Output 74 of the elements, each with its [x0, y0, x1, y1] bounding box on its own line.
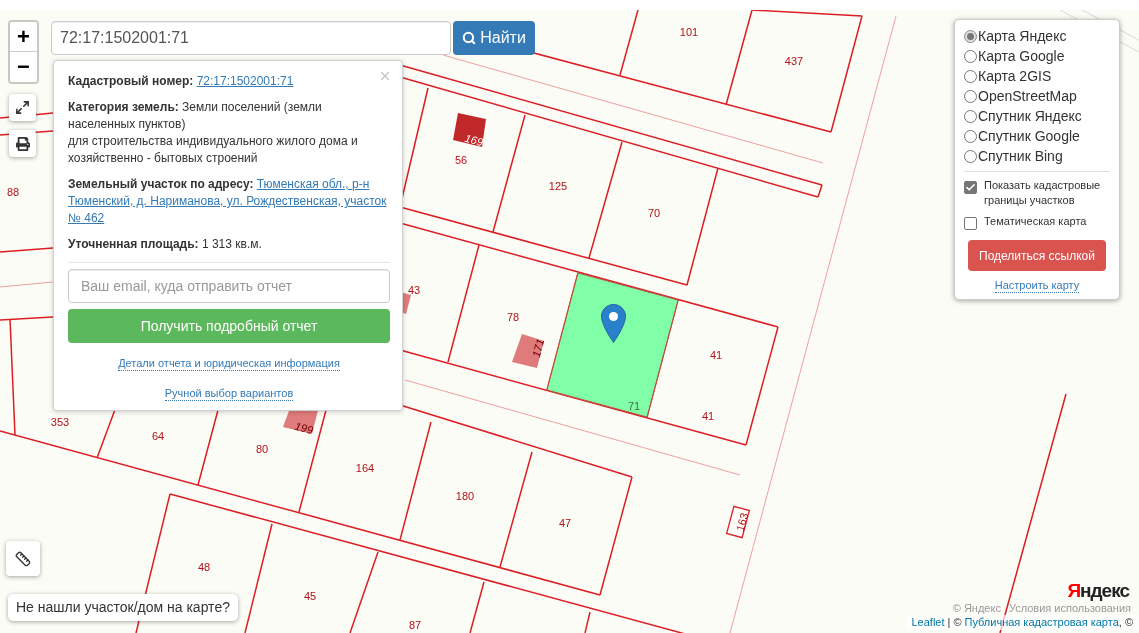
radio-label[interactable]: Карта 2GIS [978, 66, 1052, 86]
parcel-number: 125 [548, 180, 568, 192]
radio-label[interactable]: OpenStreetMap [978, 86, 1077, 106]
radio-button[interactable] [964, 109, 977, 123]
radio-label[interactable]: Спутник Яндекс [978, 106, 1082, 126]
map-settings-link[interactable]: Настроить карту [994, 279, 1080, 293]
radio-label[interactable]: Карта Яндекс [978, 26, 1067, 46]
radio-button[interactable] [964, 49, 977, 63]
parcel-number: 171 [529, 337, 547, 359]
parcel-number: 56 [454, 154, 468, 166]
parcel-number: 353 [50, 416, 70, 428]
radio-label[interactable]: Карта Google [978, 46, 1065, 66]
parcel-number: 169 [463, 131, 485, 149]
parcel-number: 70 [647, 207, 661, 219]
radio-label[interactable]: Спутник Google [978, 126, 1080, 146]
parcel-number: 71 [627, 400, 641, 412]
parcel-number: 48 [197, 561, 211, 573]
parcel-number: 80 [255, 443, 269, 455]
radio-button[interactable] [964, 29, 977, 43]
land-category-text: Категория земель: Земли поселений (земли населенных пунктов) для строительства индивидуального жилого дома и хозяйственно - бытовых строений [68, 99, 359, 167]
radio-button[interactable] [964, 129, 977, 143]
expand-icon [15, 100, 30, 115]
parcel-number: 101 [679, 26, 699, 38]
info-link[interactable]: Ручной выбор вариантов [164, 387, 294, 401]
radio-label[interactable]: Спутник Bing [978, 146, 1063, 166]
cadastral-number-link[interactable]: 72:17:1502001:71 [196, 74, 294, 88]
parcel-number: 45 [303, 590, 317, 602]
parcel-number: 163 [733, 511, 751, 533]
info-link[interactable]: Детали отчета и юридическая информация [118, 357, 340, 371]
parcel-number: 199 [293, 419, 315, 437]
parcel-number: 41 [701, 410, 715, 422]
parcel-number: 41 [709, 349, 723, 361]
copyright-notice: © Яндекс [952, 602, 1001, 615]
leaflet-link[interactable]: Leaflet [911, 615, 945, 630]
parcel-number: 180 [455, 490, 475, 502]
checkbox-label[interactable]: Тематическая карта [984, 214, 1087, 229]
help-button[interactable]: Не нашли участок/дом на карте? [8, 594, 238, 621]
parcel-number: 88 [6, 186, 20, 198]
search-field[interactable]: 72:17:1502001:71 [51, 21, 451, 55]
attribution-separator: | © [947, 615, 962, 630]
ruler-icon [15, 550, 31, 567]
find-button[interactable]: Найти [453, 21, 535, 55]
search-icon [462, 31, 477, 45]
share-link-button[interactable]: Поделиться ссылкой [968, 240, 1106, 271]
yandex-logo: Яндекс [1067, 580, 1129, 602]
fullscreen-button[interactable] [9, 94, 36, 121]
parcel-number: 47 [558, 517, 572, 529]
checkbox[interactable] [964, 181, 977, 194]
parcel-number: 64 [151, 430, 165, 442]
area-text: Уточненная площадь: 1 313 кв.м. [68, 236, 263, 253]
parcel-number: 437 [784, 55, 804, 67]
print-button[interactable] [9, 130, 36, 157]
field-label: Кадастровый номер: [68, 74, 194, 88]
radio-button[interactable] [964, 149, 977, 163]
email-field[interactable]: Ваш email, куда отправить отчет [68, 269, 390, 303]
parcel-number: 164 [355, 462, 375, 474]
checkbox-label[interactable]: Показать кадастровые границы участков [984, 178, 1110, 208]
attribution-text: , © [1118, 615, 1133, 630]
parcel-number: 87 [408, 619, 422, 631]
zoom-in-button[interactable]: + [10, 22, 37, 52]
radio-button[interactable] [964, 89, 977, 103]
checkmark-icon [965, 182, 976, 193]
source-link[interactable]: Публичная кадастровая карта [964, 615, 1119, 630]
parcel-number: 78 [506, 311, 520, 323]
radio-button[interactable] [964, 69, 977, 83]
selected-parcel[interactable] [546, 272, 679, 418]
parcel-number: 43 [407, 284, 421, 296]
zoom-out-button[interactable]: − [10, 52, 37, 82]
printer-icon [15, 136, 30, 151]
close-icon [378, 69, 392, 83]
ruler-button[interactable] [6, 541, 40, 576]
checkbox[interactable] [964, 217, 977, 230]
map-marker-icon[interactable] [601, 304, 626, 343]
address-text: Земельный участок по адресу: Тюменская обл., р-н Тюменский, д. Нариманова, ул. Рождественская, участок № 462 [68, 176, 388, 227]
